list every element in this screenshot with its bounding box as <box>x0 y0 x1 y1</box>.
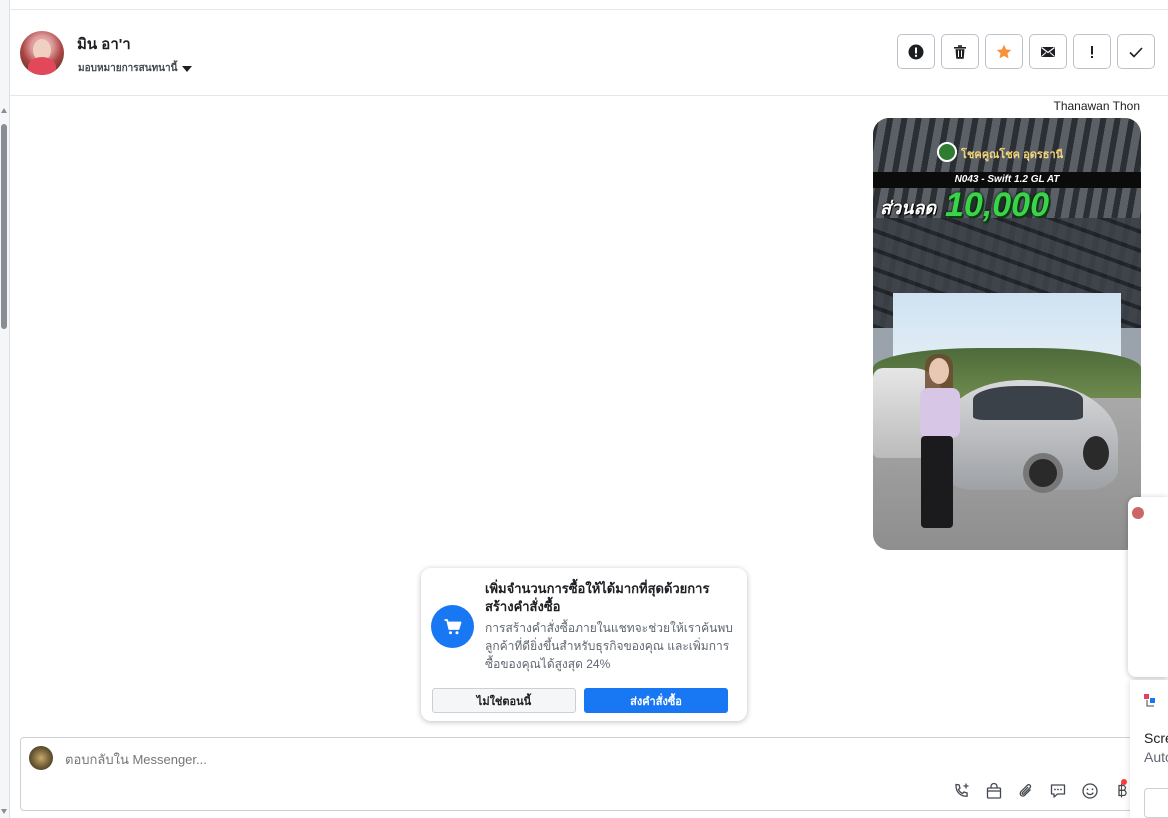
check-icon <box>1129 46 1143 58</box>
envelope-icon <box>1041 46 1055 57</box>
not-now-button[interactable]: ไม่ใช่ตอนนี้ <box>432 688 576 713</box>
shopping-bag-icon[interactable] <box>985 782 1003 800</box>
side-automation-panel[interactable]: Scre Auto <box>1130 680 1168 818</box>
saved-reply-icon[interactable] <box>1049 782 1067 800</box>
conversation-header: มิน อา'า มอบหมายการสนทนานี้ <box>10 10 1168 96</box>
discount-label: ส่วนลด <box>880 198 937 218</box>
create-order-promo-card: เพิ่มจำนวนการซื้อให้ได้มากที่สุดด้วยการส… <box>421 568 747 721</box>
panel-title-line2: Auto <box>1144 749 1168 765</box>
sender-name: Thanawan Thon <box>1053 99 1140 113</box>
move-to-inbox-button[interactable] <box>1029 34 1067 69</box>
header-actions <box>897 34 1155 69</box>
delete-button[interactable] <box>941 34 979 69</box>
image-person-head <box>929 358 949 384</box>
contact-name[interactable]: มิน อา'า <box>77 32 131 56</box>
model-text: N043 - Swift 1.2 GL AT <box>954 174 1060 185</box>
report-icon <box>908 44 924 59</box>
composer-tools <box>953 782 1131 800</box>
brand-text: โชคคูณโชค อุดรธานี <box>961 149 1064 161</box>
image-person-legs <box>921 436 953 528</box>
report-button[interactable] <box>897 34 935 69</box>
panel-title-line1: Scre <box>1144 730 1168 746</box>
emoji-icon[interactable] <box>1081 782 1099 800</box>
page-avatar <box>29 746 53 770</box>
exclamation-icon <box>1091 45 1093 58</box>
mark-spam-button[interactable] <box>1073 34 1111 69</box>
avatar-body <box>28 57 56 75</box>
contact-avatar[interactable] <box>20 31 64 75</box>
image-wheel <box>1023 453 1063 493</box>
promo-body: การสร้างคำสั่งซื้อภายในแชทจะช่วยให้เราค้… <box>485 621 733 671</box>
brand-logo-icon <box>937 142 957 162</box>
trash-icon <box>954 44 966 59</box>
reply-composer <box>20 737 1138 811</box>
scroll-up-icon[interactable] <box>1 108 7 113</box>
panel-card[interactable] <box>1144 788 1168 818</box>
create-order-button[interactable]: ส่งคำสั่งซื้อ <box>584 688 728 713</box>
assign-conversation-dropdown[interactable]: มอบหมายการสนทนานี้ <box>78 61 193 76</box>
image-car-window <box>973 386 1083 420</box>
caret-down-icon <box>182 65 193 72</box>
reply-input[interactable] <box>65 752 765 767</box>
notification-dot <box>1121 779 1127 785</box>
star-button[interactable] <box>985 34 1023 69</box>
assign-label: มอบหมายการสนทนานี้ <box>78 63 178 74</box>
discount-amount: 10,000 <box>945 186 1049 224</box>
scroll-thumb[interactable] <box>1 124 7 329</box>
side-preview-card[interactable] <box>1128 497 1168 677</box>
paperclip-icon[interactable] <box>1017 782 1035 800</box>
shopping-cart-icon <box>431 605 474 648</box>
call-add-icon[interactable] <box>953 782 971 800</box>
left-scrollbar[interactable] <box>0 0 10 818</box>
image-person-body <box>920 388 960 438</box>
message-image[interactable]: โชคคูณโชค อุดรธานี N043 - Swift 1.2 GL A… <box>873 118 1141 550</box>
image-wheel-rear <box>1083 436 1109 470</box>
star-icon <box>996 44 1012 58</box>
automation-icon <box>1144 694 1156 708</box>
mark-done-button[interactable] <box>1117 34 1155 69</box>
promo-title: เพิ่มจำนวนการซื้อให้ได้มากที่สุดด้วยการส… <box>485 581 710 614</box>
inbox-window: มิน อา'า มอบหมายการสนทนานี้ Thanawan Tho… <box>0 0 1168 818</box>
preview-avatar <box>1132 507 1144 519</box>
scroll-down-icon[interactable] <box>1 809 7 814</box>
